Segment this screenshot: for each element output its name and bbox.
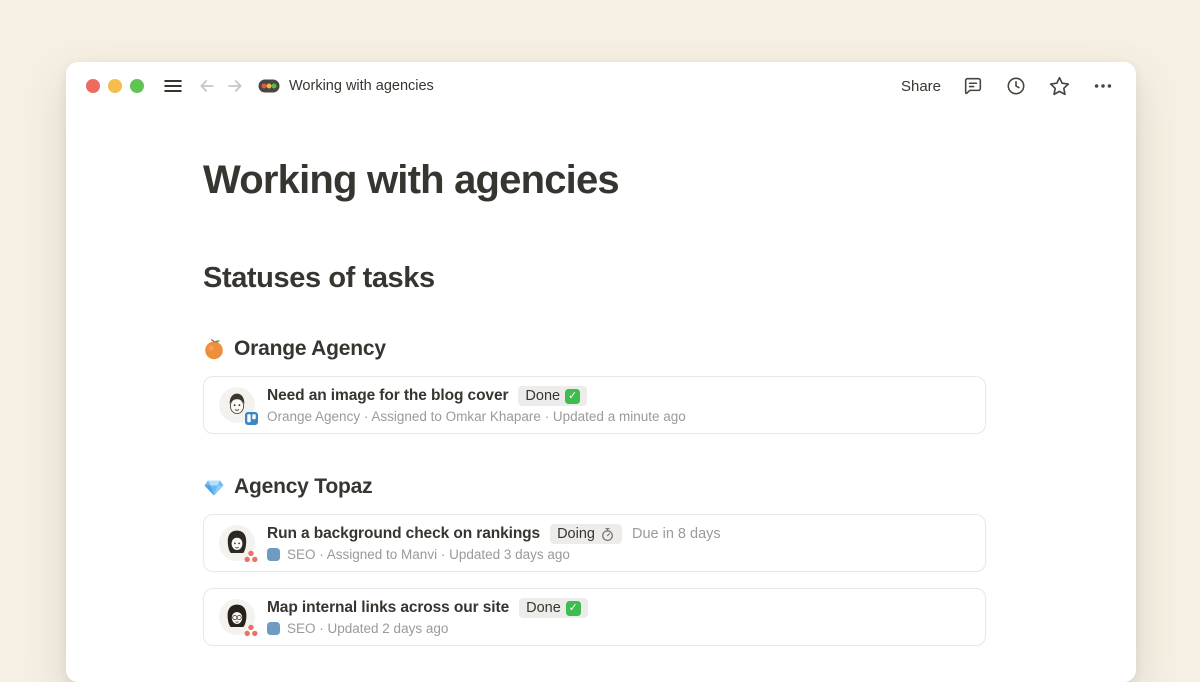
doc-title: Working with agencies <box>289 78 434 94</box>
gem-emoji <box>203 476 225 498</box>
assignee-avatar <box>220 526 254 560</box>
hamburger-menu-icon[interactable] <box>162 75 184 97</box>
task-title: Map internal links across our site <box>267 599 509 617</box>
status-label: Doing <box>557 526 595 542</box>
share-button[interactable]: Share <box>901 78 941 95</box>
comments-icon[interactable] <box>962 75 984 97</box>
task-meta: SEO · Assigned to Manvi · Updated 3 days… <box>287 547 570 562</box>
status-badge[interactable]: Done ✓ <box>518 386 587 406</box>
update-history-icon[interactable] <box>1005 75 1027 97</box>
task-meta: SEO · Updated 2 days ago <box>287 621 448 636</box>
category-swatch <box>267 622 280 635</box>
task-card[interactable]: Map internal links across our site Done … <box>203 588 986 646</box>
favorite-star-icon[interactable] <box>1048 75 1071 98</box>
traffic-lights <box>86 79 144 93</box>
category-swatch <box>267 548 280 561</box>
status-badge[interactable]: Doing <box>550 524 622 544</box>
group-heading-orange-agency: Orange Agency <box>203 336 986 362</box>
task-title: Run a background check on rankings <box>267 525 540 543</box>
check-icon: ✓ <box>566 601 581 616</box>
titlebar: Working with agencies Share <box>66 62 1136 110</box>
task-meta: Orange Agency · Assigned to Omkar Khapar… <box>267 409 686 424</box>
section-heading: Statuses of tasks <box>203 260 986 296</box>
tangerine-emoji <box>203 338 225 360</box>
forward-arrow-icon[interactable] <box>224 75 246 97</box>
close-button[interactable] <box>86 79 100 93</box>
more-options-icon[interactable] <box>1092 75 1114 97</box>
stopwatch-icon <box>600 527 615 542</box>
traffic-light-page-icon <box>258 79 280 93</box>
status-label: Done <box>525 388 560 404</box>
task-card[interactable]: Run a background check on rankings Doing… <box>203 514 986 572</box>
due-text: Due in 8 days <box>632 526 721 542</box>
assignee-avatar <box>220 388 254 422</box>
group-name: Agency Topaz <box>234 474 372 500</box>
zoom-button[interactable] <box>130 79 144 93</box>
group-name: Orange Agency <box>234 336 386 362</box>
status-label: Done <box>526 600 561 616</box>
back-arrow-icon[interactable] <box>196 75 218 97</box>
minimize-button[interactable] <box>108 79 122 93</box>
assignee-avatar <box>220 600 254 634</box>
task-title: Need an image for the blog cover <box>267 387 508 405</box>
breadcrumb[interactable]: Working with agencies <box>258 78 434 94</box>
page-title: Working with agencies <box>203 156 986 204</box>
group-heading-agency-topaz: Agency Topaz <box>203 474 986 500</box>
asana-icon <box>244 550 258 563</box>
status-badge[interactable]: Done ✓ <box>519 598 588 618</box>
trello-icon <box>245 412 258 425</box>
asana-icon <box>244 624 258 637</box>
check-icon: ✓ <box>565 389 580 404</box>
app-window: Working with agencies Share Working with… <box>66 62 1136 682</box>
task-card[interactable]: Need an image for the blog cover Done ✓ … <box>203 376 986 434</box>
